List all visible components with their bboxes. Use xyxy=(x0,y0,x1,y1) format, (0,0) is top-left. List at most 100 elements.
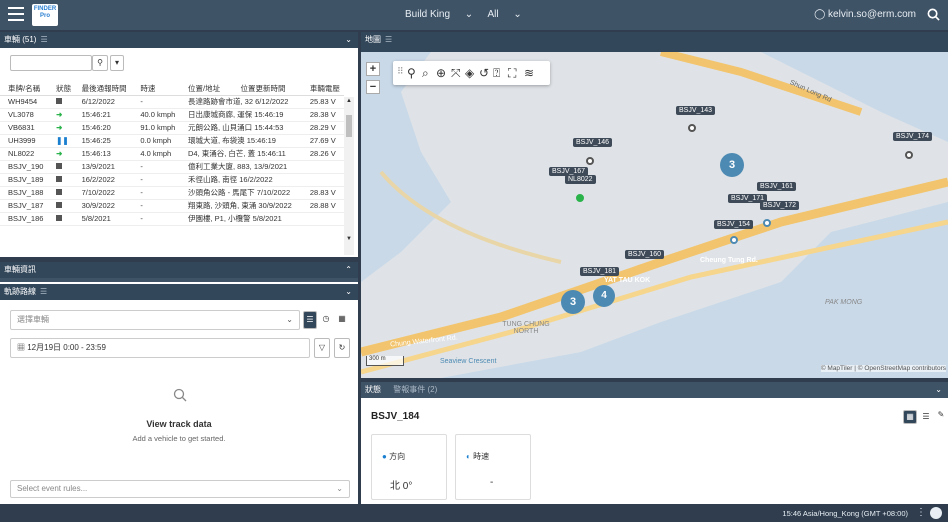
filter-selector[interactable]: All ⌄ xyxy=(487,9,521,20)
column-header[interactable]: 車牌/名稱 xyxy=(0,82,49,96)
fullscreen-icon[interactable]: ⛶ xyxy=(508,66,516,81)
status-icon: ➜ xyxy=(48,121,74,135)
search-icon[interactable] xyxy=(927,8,940,21)
measure-icon[interactable]: ⍰ xyxy=(493,66,500,81)
toggle-icon[interactable] xyxy=(930,507,942,519)
table-row[interactable]: BSJV_190 13/9/2021- 億利工業大廈, 883, 13/9/2021 xyxy=(0,160,344,174)
speed-card xyxy=(455,434,531,500)
vehicle-pin[interactable] xyxy=(730,236,738,244)
column-header[interactable]: 位置更新時間 xyxy=(232,82,302,96)
collapse-icon[interactable]: ⌄ xyxy=(935,382,942,398)
map-cluster[interactable]: 3 xyxy=(720,153,744,177)
refresh-icon[interactable]: ↻ xyxy=(334,338,350,358)
reset-icon[interactable]: ↺ xyxy=(479,66,489,80)
map-marker-label[interactable]: BSJV_146 xyxy=(573,138,613,147)
map-marker-label[interactable]: BSJV_172 xyxy=(760,201,800,210)
column-header[interactable]: 最後通報時間 xyxy=(73,82,133,96)
list-view-button[interactable]: ☰ xyxy=(303,311,317,329)
column-header[interactable]: 時速 xyxy=(132,82,180,96)
vehicle-pin[interactable] xyxy=(763,219,771,227)
edit-icon[interactable]: ✎ xyxy=(935,408,947,422)
column-header[interactable]: 狀態 xyxy=(48,82,74,96)
table-row[interactable]: BSJV_187 30/9/2022- 翔東路, 沙頭角, 東涌 30/9/2022… xyxy=(0,199,344,213)
expand-icon[interactable]: ⌃ xyxy=(345,262,352,278)
marker-icon[interactable]: ⚲ xyxy=(407,66,416,80)
table-row[interactable]: VB6831 ➜ 15:46:20 91.0 kmph 元朗公路, 山貝涌口 15:44… xyxy=(0,121,344,135)
scrollbar-thumb[interactable] xyxy=(346,115,352,137)
org-selector[interactable]: Build King ⌄ xyxy=(405,9,473,20)
user-menu[interactable]: ◯ kelvin.so@erm.com xyxy=(814,9,916,20)
search-button[interactable]: ⚲ xyxy=(92,55,108,71)
drag-handle-icon[interactable]: ⠿ xyxy=(397,66,404,77)
filter-icon[interactable]: ▽ xyxy=(314,338,330,358)
vehicle-pin[interactable] xyxy=(688,124,696,132)
app-logo[interactable]: FINDER Pro xyxy=(32,4,58,26)
table-cell: BSJV_190 xyxy=(0,160,49,174)
track-panel-title: 軌跡路線 xyxy=(4,287,36,296)
table-cell: UH3999 xyxy=(0,134,49,148)
map-marker-label[interactable]: BSJV_154 xyxy=(714,220,754,229)
grid-view-button[interactable]: ▦ xyxy=(335,311,349,329)
table-cell: 28.38 V xyxy=(301,108,344,122)
scroll-down-icon[interactable]: ▼ xyxy=(346,236,352,242)
column-header[interactable]: 位置/地址 xyxy=(180,82,233,96)
layers-icon[interactable]: ≋ xyxy=(524,66,534,80)
eraser-icon[interactable]: ◈ xyxy=(465,66,474,80)
grid-layout-button[interactable]: ▦ xyxy=(903,410,917,424)
collapse-icon[interactable]: ⌄ xyxy=(345,32,352,48)
table-row[interactable]: UH3999 ❚❚ 15:46:25 0.0 kmph 環城大道, 布袋澳 15:46:… xyxy=(0,134,344,148)
filter-dropdown-button[interactable]: ▾ xyxy=(110,55,124,71)
tab-events[interactable]: 警報事件 (2) xyxy=(393,385,437,394)
table-cell: 25.83 V xyxy=(301,95,344,109)
vehicle-pin[interactable] xyxy=(576,194,584,202)
map-cluster[interactable]: 4 xyxy=(593,285,615,307)
table-row[interactable]: BSJV_189 16/2/2022- 禾徑山路, 南徑 16/2/2022 xyxy=(0,173,344,187)
zoom-area-icon[interactable]: ⊕ xyxy=(436,66,446,80)
table-row[interactable]: VL3078 ➜ 15:46:21 40.0 kmph 日出康城商廊, 運保 15:46… xyxy=(0,108,344,122)
map-cluster[interactable]: 3 xyxy=(561,290,585,314)
zoom-in-button[interactable]: + xyxy=(366,62,380,76)
vehicle-pin[interactable] xyxy=(586,157,594,165)
table-cell: - xyxy=(132,173,180,187)
map-marker-label[interactable]: BSJV_143 xyxy=(676,106,716,115)
tab-status[interactable]: 狀態 xyxy=(365,385,381,394)
hamburger-menu-icon[interactable] xyxy=(8,7,24,21)
vehicle-scrollbar[interactable] xyxy=(344,97,354,255)
table-row[interactable]: WH9454 6/12/2022- 長達路跡會市道, 32 6/12/2022 25.… xyxy=(0,95,344,109)
table-row[interactable]: BSJV_188 7/10/2022- 沙頭角公路 - 馬尾下 7/10/2022 2… xyxy=(0,186,344,200)
menu-icon[interactable]: ☰ xyxy=(385,35,392,44)
table-cell xyxy=(301,173,344,187)
event-rules-select[interactable]: Select event rules... ⌄ xyxy=(10,480,350,498)
map-marker-label[interactable]: BSJV_160 xyxy=(625,250,665,259)
menu-icon[interactable]: ☰ xyxy=(40,287,47,296)
vehicle-info-header[interactable]: 車輛資訊 ⌃ xyxy=(0,262,358,278)
table-row[interactable]: NL8022 ➜ 15:46:13 4.0 kmph D4, 東涌谷, 白芒, 蓋 15… xyxy=(0,147,344,161)
map-marker-label[interactable]: NL8022 xyxy=(565,175,596,184)
list-layout-button[interactable]: ☰ xyxy=(920,410,932,424)
map-marker-label[interactable]: BSJV_174 xyxy=(893,132,933,141)
map-marker-label[interactable]: BSJV_181 xyxy=(580,267,620,276)
table-row[interactable]: BSJV_186 5/8/2021- 伊園樓, P1, 小欖警 5/8/2021 xyxy=(0,212,344,226)
map-marker-label[interactable]: BSJV_161 xyxy=(757,182,797,191)
empty-state-subtitle: Add a vehicle to get started. xyxy=(132,434,226,443)
table-cell: NL8022 xyxy=(0,147,49,161)
map-attribution[interactable]: © MapTiler | © OpenStreetMap contributor… xyxy=(820,365,946,372)
vehicle-select[interactable]: 選擇車輛 ⌄ xyxy=(10,310,300,330)
table-cell: - xyxy=(132,199,180,213)
table-cell xyxy=(301,160,344,174)
table-cell: 27.69 V xyxy=(301,134,344,148)
map-canvas[interactable] xyxy=(361,52,948,378)
more-icon[interactable]: ⋮ xyxy=(916,507,926,518)
menu-icon[interactable]: ☰ xyxy=(40,35,47,44)
vehicle-pin[interactable] xyxy=(905,151,913,159)
vehicle-search-input[interactable] xyxy=(10,55,92,71)
scroll-up-icon[interactable]: ▲ xyxy=(346,98,352,104)
clock-view-button[interactable]: ◷ xyxy=(319,311,333,329)
zoom-out-button[interactable]: − xyxy=(366,80,380,94)
date-range-picker[interactable]: ▦ 12月19日 0:00 - 23:59 xyxy=(10,338,310,358)
fit-bounds-icon[interactable]: ⤧ xyxy=(451,66,461,81)
table-cell: - xyxy=(132,95,180,109)
search-map-icon[interactable]: ⌕ xyxy=(422,66,429,81)
collapse-icon[interactable]: ⌄ xyxy=(345,284,352,300)
column-header[interactable]: 車輛電壓 xyxy=(301,82,344,96)
